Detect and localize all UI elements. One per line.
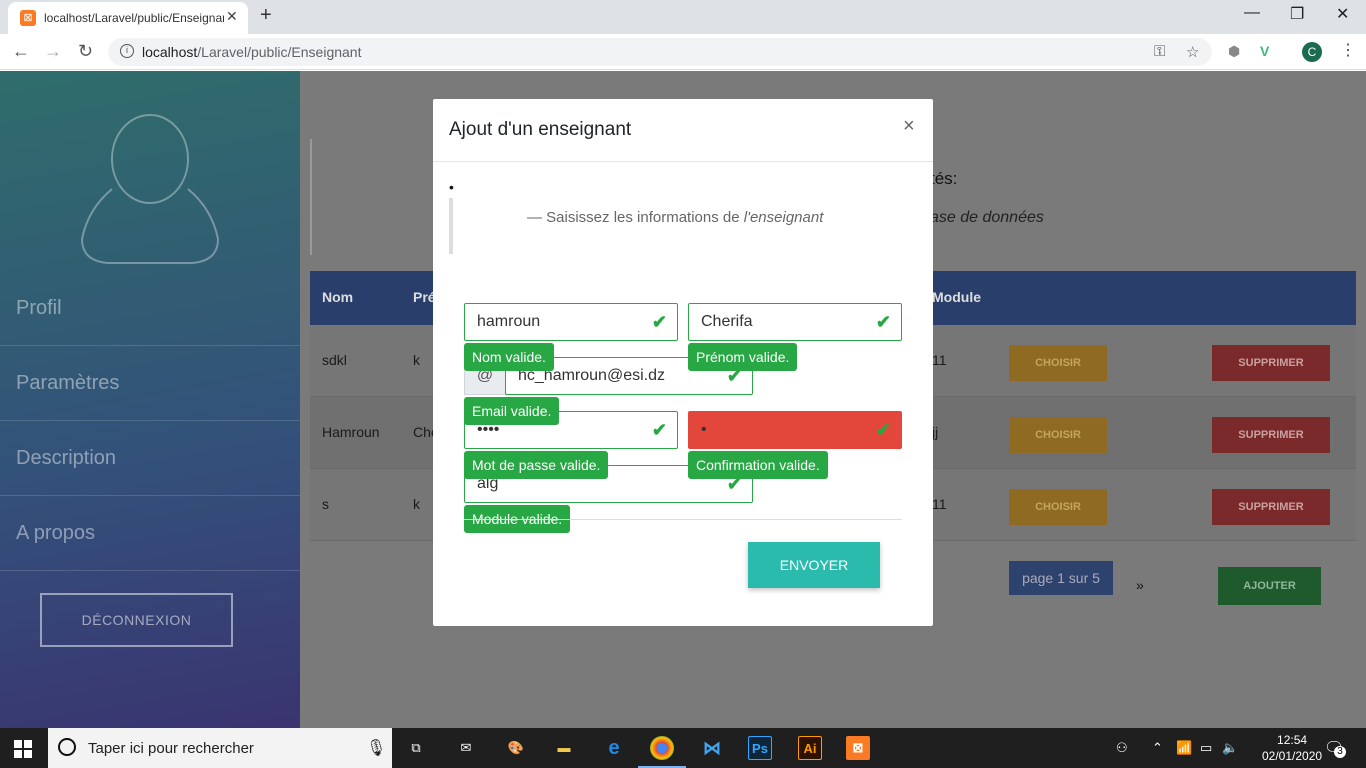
cell-prenom: k <box>413 352 420 368</box>
minimize-icon[interactable]: — <box>1244 4 1260 22</box>
taskbar-clock[interactable]: 12:54 02/01/2020 <box>1262 732 1322 764</box>
email-valid-tooltip: Email valide. <box>464 397 560 425</box>
blockquote-border <box>449 198 453 254</box>
notification-count-badge: 3 <box>1334 746 1346 758</box>
cell-module: 11 <box>932 352 947 368</box>
url-text: localhost/Laravel/public/Enseignant <box>142 44 362 60</box>
clock-date: 02/01/2020 <box>1262 749 1323 763</box>
volume-icon[interactable]: 🔈 <box>1222 740 1238 756</box>
cell-nom: s <box>322 496 329 512</box>
sidebar-item-parametres[interactable]: Paramètres <box>0 346 300 421</box>
nom-input[interactable]: hamroun ✔ <box>464 303 678 341</box>
window-close-icon[interactable]: ✕ <box>1336 4 1349 24</box>
taskbar-search[interactable]: Taper ici pour rechercher 🎙 <box>48 728 392 768</box>
task-view-icon[interactable]: ⧉ <box>404 736 428 760</box>
blockquote-border <box>310 139 312 255</box>
user-avatar-icon <box>80 114 220 264</box>
bookmark-star-icon[interactable]: ☆ <box>1186 43 1199 61</box>
forward-icon[interactable]: → <box>44 41 62 62</box>
browser-menu-icon[interactable]: ⋮ <box>1340 40 1356 60</box>
photoshop-icon[interactable]: Ps <box>748 736 772 760</box>
clock-time: 12:54 <box>1277 733 1308 747</box>
pagination-indicator: page 1 sur 5 <box>1009 561 1113 595</box>
new-tab-icon[interactable]: + <box>260 4 272 27</box>
cell-nom: Hamroun <box>322 424 380 440</box>
check-icon: ✔ <box>875 312 891 332</box>
microphone-icon[interactable]: 🎙 <box>366 738 386 758</box>
check-icon: ✔ <box>651 420 667 440</box>
profile-avatar[interactable]: C <box>1302 42 1322 62</box>
cell-module: 11 <box>932 496 947 512</box>
nom-valid-tooltip: Nom valide. <box>464 343 554 371</box>
sidebar-item-profil[interactable]: Profil <box>0 271 300 346</box>
modal-close-icon[interactable]: × <box>903 115 915 138</box>
site-info-icon[interactable]: i <box>120 44 134 58</box>
tray-expand-icon[interactable]: ⌃ <box>1152 740 1163 756</box>
mail-icon[interactable]: ✉ <box>454 736 478 760</box>
windows-taskbar: Taper ici pour rechercher 🎙 ⧉ ✉ 🎨 ▬ e ⋈ … <box>0 728 1366 768</box>
col-nom: Nom <box>322 289 354 305</box>
confirmation-valid-tooltip: Confirmation valide. <box>688 451 828 479</box>
modal-title: Ajout d'un enseignant <box>449 119 632 140</box>
shield-extension-icon[interactable]: ⬢ <box>1228 43 1240 60</box>
password-confirmation-input[interactable]: • ✔ <box>688 411 902 449</box>
submit-button[interactable]: ENVOYER <box>748 542 880 588</box>
prenom-input[interactable]: Cherifa ✔ <box>688 303 902 341</box>
sidebar: Profil Paramètres Description A propos D… <box>0 71 300 728</box>
vue-extension-icon[interactable]: V <box>1260 43 1269 59</box>
choose-button[interactable]: CHOISIR <box>1009 489 1107 525</box>
delete-button[interactable]: SUPPRIMER <box>1212 345 1330 381</box>
xampp-icon[interactable]: ⊠ <box>846 736 870 760</box>
paint-icon[interactable]: 🎨 <box>504 736 528 760</box>
browser-tab[interactable]: ⊠ localhost/Laravel/public/Enseignant ✕ <box>8 2 248 34</box>
list-bullet: • <box>449 179 454 195</box>
choose-button[interactable]: CHOISIR <box>1009 345 1107 381</box>
prenom-valid-tooltip: Prénom valide. <box>688 343 798 371</box>
check-icon: ✔ <box>651 312 667 332</box>
delete-button[interactable]: SUPPRIMER <box>1212 489 1330 525</box>
file-explorer-icon[interactable]: ▬ <box>552 736 576 760</box>
add-teacher-modal: Ajout d'un enseignant × • — Saisissez le… <box>433 99 933 626</box>
cell-prenom: k <box>413 496 420 512</box>
cell-nom: sdkl <box>322 352 347 368</box>
page-subtitle: ase de données <box>930 209 1044 226</box>
tab-close-icon[interactable]: ✕ <box>226 8 238 25</box>
notification-center-icon[interactable]: 🗨3 <box>1324 738 1346 758</box>
restore-icon[interactable]: ❐ <box>1290 4 1304 24</box>
edge-icon[interactable]: e <box>602 736 626 760</box>
illustrator-icon[interactable]: Ai <box>798 736 822 760</box>
choose-button[interactable]: CHOISIR <box>1009 417 1107 453</box>
tab-title: localhost/Laravel/public/Enseignant <box>44 11 224 25</box>
logout-button[interactable]: DÉCONNEXION <box>40 593 233 647</box>
password-valid-tooltip: Mot de passe valide. <box>464 451 609 479</box>
back-icon[interactable]: ← <box>12 41 30 62</box>
address-bar[interactable]: i localhost/Laravel/public/Enseignant ⚿ … <box>108 38 1212 66</box>
key-icon[interactable]: ⚿ <box>1154 43 1165 60</box>
windows-start-icon[interactable] <box>14 740 32 758</box>
modal-instruction: — Saisissez les informations de l'enseig… <box>527 209 824 226</box>
cortana-icon <box>58 738 76 756</box>
reload-icon[interactable]: ↻ <box>78 41 93 62</box>
search-placeholder: Taper ici pour rechercher <box>88 740 254 757</box>
xampp-favicon-icon: ⊠ <box>20 10 36 26</box>
wifi-icon[interactable]: 📶 <box>1176 740 1192 756</box>
sidebar-item-description[interactable]: Description <box>0 421 300 496</box>
sidebar-item-apropos[interactable]: A propos <box>0 496 300 571</box>
check-icon: ✔ <box>875 420 891 440</box>
battery-icon[interactable]: ▭ <box>1200 740 1212 756</box>
add-button[interactable]: AJOUTER <box>1218 567 1321 605</box>
browser-toolbar: ← → ↻ i localhost/Laravel/public/Enseign… <box>0 34 1366 70</box>
vscode-icon[interactable]: ⋈ <box>700 736 724 760</box>
browser-tab-strip: ⊠ localhost/Laravel/public/Enseignant ✕ … <box>0 0 1366 34</box>
next-page-link[interactable]: » <box>1136 577 1144 593</box>
page-heading: tés: <box>930 169 958 188</box>
people-icon[interactable]: ⚇ <box>1116 740 1128 756</box>
form-divider <box>464 519 902 520</box>
col-module: Module <box>932 289 981 305</box>
delete-button[interactable]: SUPPRIMER <box>1212 417 1330 453</box>
modal-divider <box>433 161 933 162</box>
chrome-icon[interactable] <box>650 736 674 760</box>
